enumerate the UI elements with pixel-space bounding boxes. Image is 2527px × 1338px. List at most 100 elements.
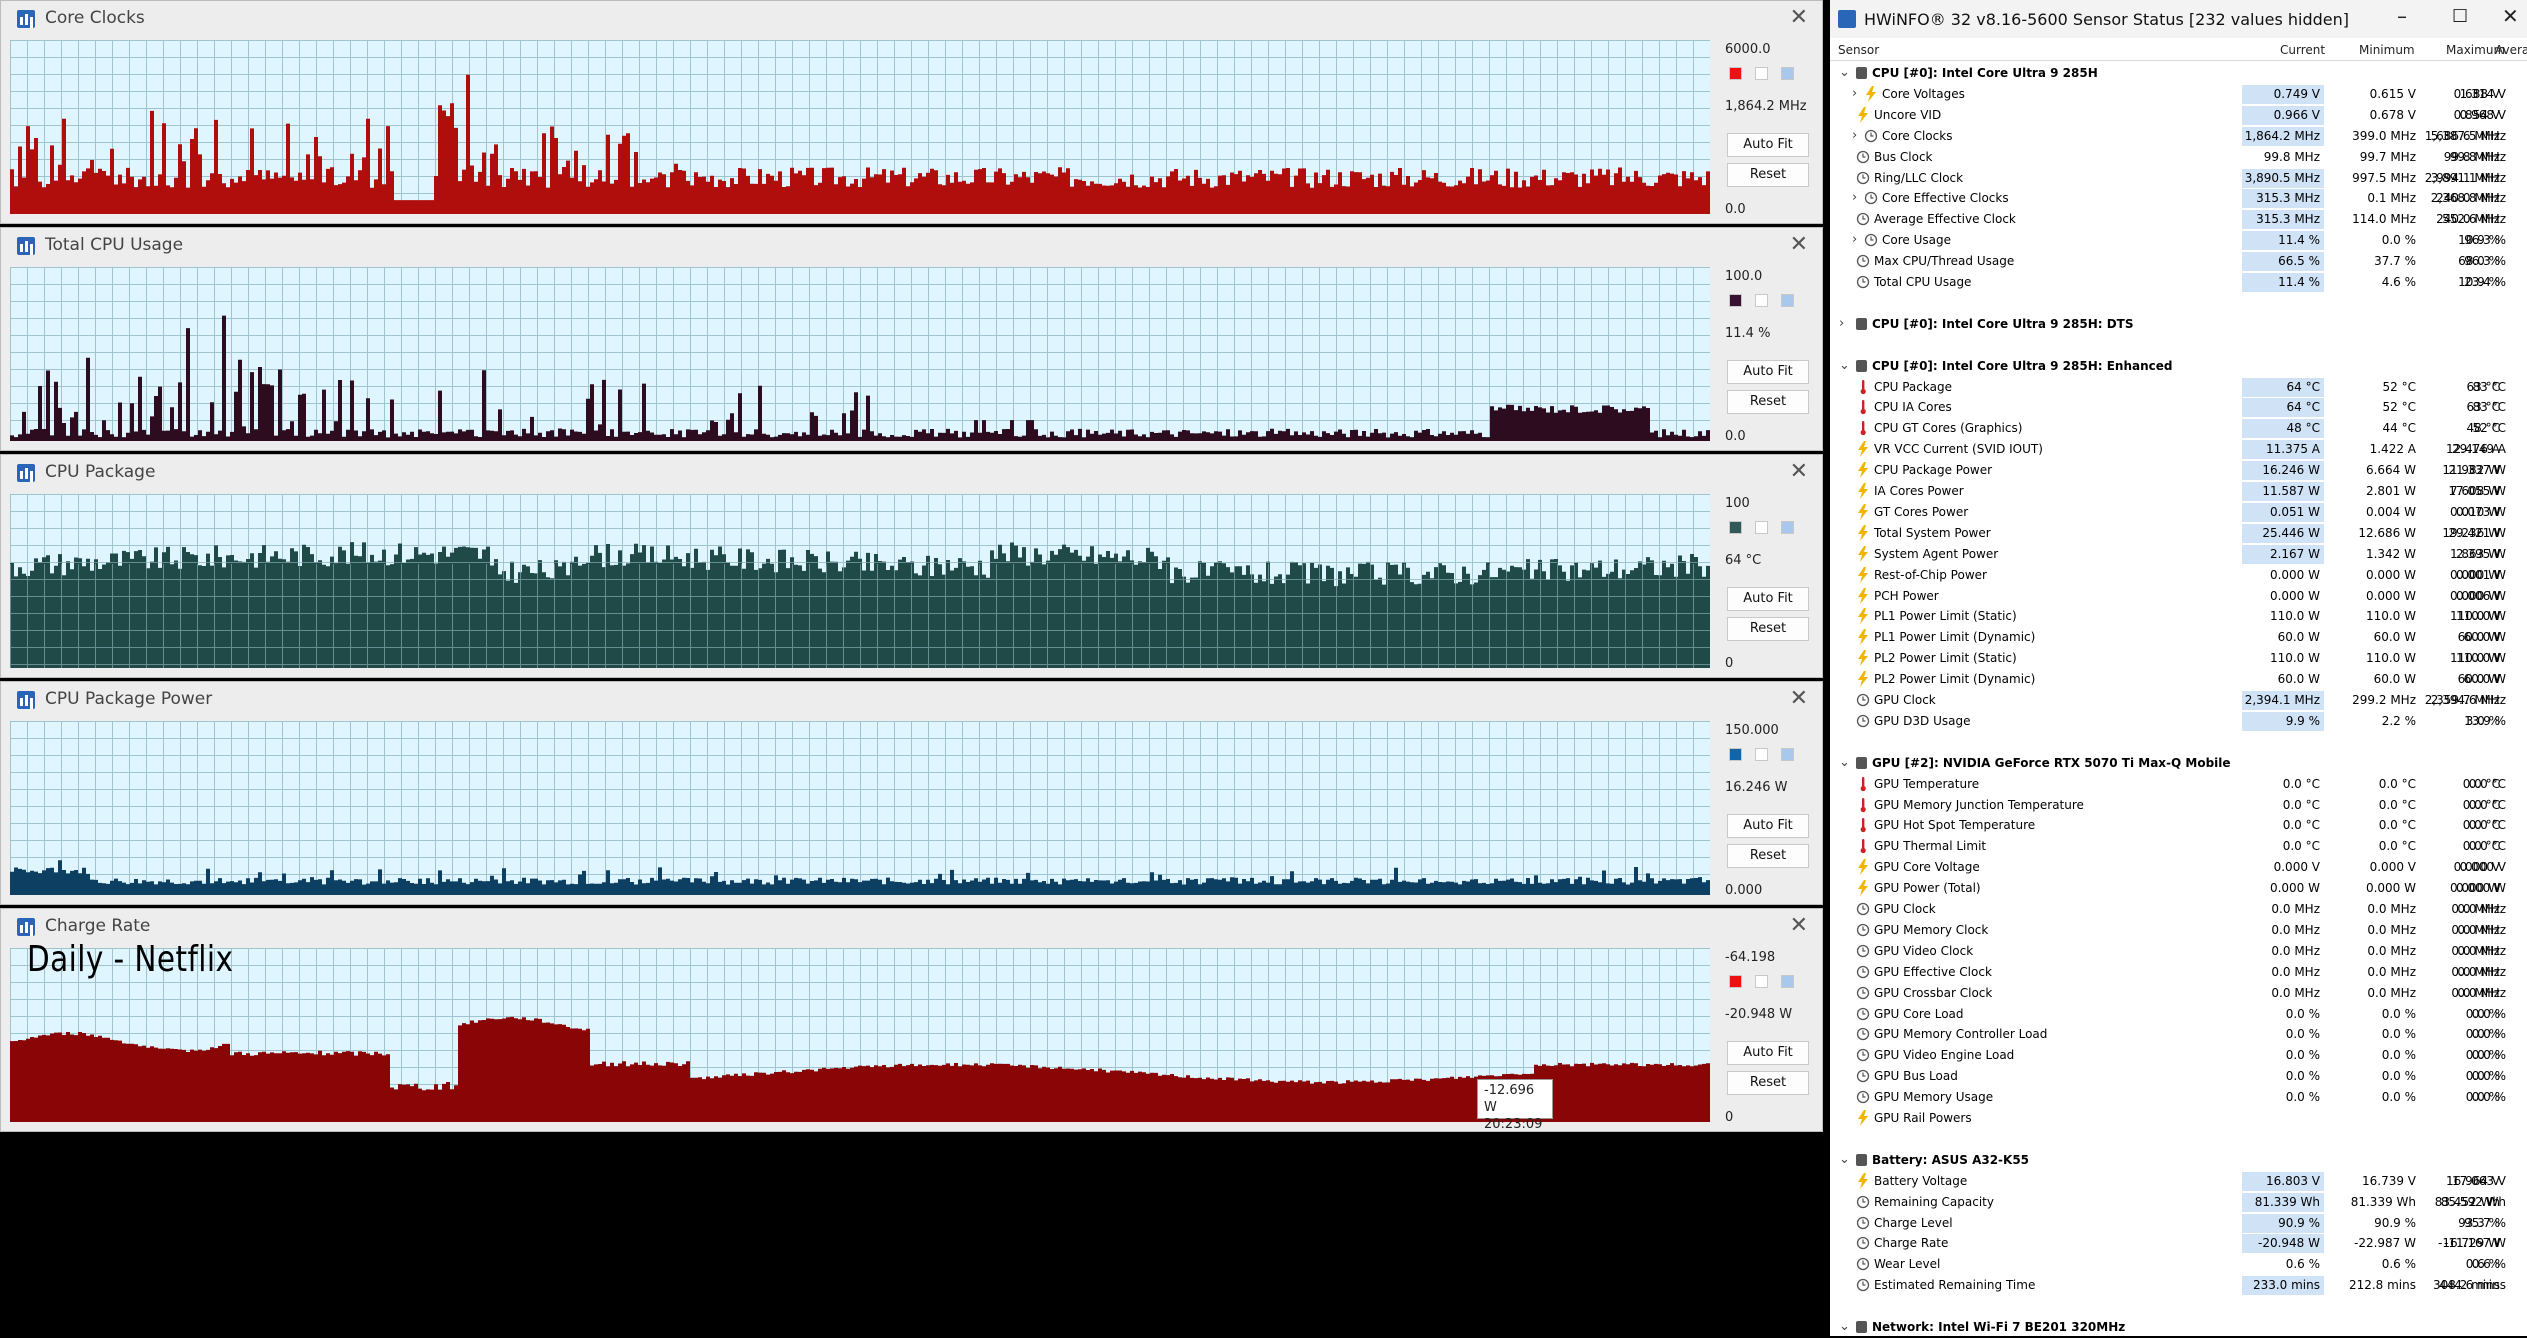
expand-chevron-icon[interactable]: › [1852,190,1857,205]
sensor-row[interactable]: GPU Memory Controller Load 0.0 % 0.0 % 0.0 … [1830,1024,2527,1045]
sensor-row[interactable]: GPU Rail Powers [1830,1108,2527,1129]
expand-chevron-icon[interactable]: › [1852,86,1857,101]
sensor-row[interactable]: GPU D3D Usage 9.9 % 2.2 % 13.9 % 3.0 % [1830,711,2527,732]
color-swatch-secondary[interactable] [1755,521,1768,534]
sensor-group[interactable]: ⌄ CPU [#0]: Intel Core Ultra 9 285H [1830,63,2527,84]
auto-fit-button[interactable]: Auto Fit [1727,814,1809,838]
expand-chevron-icon[interactable]: › [1852,128,1857,143]
sensor-row[interactable]: Uncore VID 0.966 V 0.678 V 0.968 V 0.854 V [1830,105,2527,126]
sensor-group[interactable]: ⌄ Network: Intel Wi-Fi 7 BE201 320MHz [1830,1317,2527,1338]
color-swatch-secondary[interactable] [1755,294,1768,307]
sensor-row[interactable]: PL1 Power Limit (Dynamic) 60.0 W 60.0 W 60.… [1830,627,2527,648]
auto-fit-button[interactable]: Auto Fit [1727,360,1809,384]
sensor-row[interactable]: Charge Rate -20.948 W -22.987 W -11.167 W -1… [1830,1233,2527,1254]
sensor-row[interactable]: PCH Power 0.000 W 0.000 W 0.006 W 0.000 W [1830,586,2527,607]
collapse-chevron-icon[interactable]: ⌄ [1839,755,1850,770]
graph-title-bar[interactable]: CPU Package ✕ [1,455,1822,491]
color-swatch-secondary[interactable] [1755,67,1768,80]
sensor-row[interactable]: IA Cores Power 11.587 W 2.801 W 17.055 W 7.6… [1830,481,2527,502]
color-swatch-primary[interactable] [1729,521,1742,534]
sensor-row[interactable]: GPU Effective Clock 0.0 MHz 0.0 MHz 0.0 MHz… [1830,962,2527,983]
graph-title-bar[interactable]: Core Clocks ✕ [1,1,1822,37]
sensor-row[interactable]: PL1 Power Limit (Static) 110.0 W 110.0 W 11… [1830,606,2527,627]
sensor-row[interactable]: PL2 Power Limit (Dynamic) 60.0 W 60.0 W 60.… [1830,669,2527,690]
graph-plot[interactable] [10,721,1710,895]
color-swatch-background[interactable] [1781,975,1794,988]
sensor-row[interactable]: GPU Bus Load 0.0 % 0.0 % 0.0 % 0.0 % [1830,1066,2527,1087]
collapse-chevron-icon[interactable]: ⌄ [1839,65,1850,80]
sensor-row[interactable]: GPU Temperature 0.0 °C 0.0 °C 0.0 °C 0.0 °C [1830,774,2527,795]
sensor-row[interactable]: PL2 Power Limit (Static) 110.0 W 110.0 W 11… [1830,648,2527,669]
graph-plot[interactable] [10,267,1710,441]
collapse-chevron-icon[interactable]: ⌄ [1839,1152,1850,1167]
auto-fit-button[interactable]: Auto Fit [1727,1041,1809,1065]
sensor-row[interactable]: GPU Clock 2,394.1 MHz 299.2 MHz 2,394.6 MHz… [1830,690,2527,711]
sensor-row[interactable]: Wear Level 0.6 % 0.6 % 0.6 % 0.6 % [1830,1254,2527,1275]
color-swatch-background[interactable] [1781,748,1794,761]
close-icon[interactable]: ✕ [1790,459,1808,484]
close-icon[interactable]: ✕ [1790,232,1808,257]
graph-title-bar[interactable]: CPU Package Power ✕ [1,682,1822,718]
sensor-row[interactable]: Total CPU Usage 11.4 % 4.6 % 23.4 % 10.9 % [1830,272,2527,293]
hwinfo-title-bar[interactable]: HWiNFO® 32 v8.16-5600 Sensor Status [232… [1830,0,2527,38]
graph-window[interactable]: CPU Package Power ✕ 150.000 16.246 W Auto Fi… [0,681,1823,905]
sensor-row[interactable]: Charge Level 90.9 % 90.9 % 95.7 % 93.3 % [1830,1213,2527,1234]
maximize-icon[interactable]: ☐ [2452,6,2468,27]
color-swatch-secondary[interactable] [1755,975,1768,988]
sensor-row[interactable]: GT Cores Power 0.051 W 0.004 W 0.073 W 0.010… [1830,502,2527,523]
collapse-chevron-icon[interactable]: ⌄ [1839,1319,1850,1334]
sensor-row[interactable]: › Core Effective Clocks 315.3 MHz 0.1 MHz 2,… [1830,188,2527,209]
color-swatch-background[interactable] [1781,521,1794,534]
graph-window[interactable]: Charge Rate ✕ -64.198 -20.948 W Auto Fit Rese… [0,908,1823,1132]
auto-fit-button[interactable]: Auto Fit [1727,587,1809,611]
minimize-icon[interactable]: – [2397,4,2407,28]
color-swatch-primary[interactable] [1729,975,1742,988]
sensor-row[interactable]: GPU Core Voltage 0.000 V 0.000 V 0.000 V 0.0… [1830,857,2527,878]
sensor-row[interactable]: GPU Clock 0.0 MHz 0.0 MHz 0.0 MHz 0.0 MHz [1830,899,2527,920]
graph-title-bar[interactable]: Charge Rate ✕ [1,909,1822,945]
sensor-row[interactable]: VR VCC Current (SVID IOUT) 11.375 A 1.422 … [1830,439,2527,460]
close-icon[interactable]: ✕ [2502,4,2519,28]
auto-fit-button[interactable]: Auto Fit [1727,133,1809,157]
reset-button[interactable]: Reset [1727,390,1809,414]
expand-chevron-icon[interactable]: › [1852,232,1857,247]
sensor-row[interactable]: GPU Memory Junction Temperature 0.0 °C 0.0… [1830,795,2527,816]
column-current[interactable]: Current [2280,43,2325,57]
reset-button[interactable]: Reset [1727,163,1809,187]
graph-window[interactable]: CPU Package ✕ 100 64 °C Auto Fit Reset 0 [0,454,1823,678]
graph-plot[interactable] [10,948,1710,1122]
sensor-row[interactable]: GPU Memory Clock 0.0 MHz 0.0 MHz 0.0 MHz 0.0… [1830,920,2527,941]
graph-title-bar[interactable]: Total CPU Usage ✕ [1,228,1822,264]
color-swatch-primary[interactable] [1729,748,1742,761]
sensor-row[interactable]: CPU Package 64 °C 52 °C 83 °C 63 °C [1830,377,2527,398]
sensor-row[interactable]: Rest-of-Chip Power 0.000 W 0.000 W 0.001 W0… [1830,565,2527,586]
sensor-row[interactable]: CPU GT Cores (Graphics) 48 °C 44 °C 52 °C 48… [1830,418,2527,439]
sensor-row[interactable]: Max CPU/Thread Usage 66.5 % 37.7 % 96.3 % 68… [1830,251,2527,272]
graph-plot[interactable] [10,494,1710,668]
sensor-row[interactable]: Ring/LLC Clock 3,890.5 MHz 997.5 MHz 3,891.… [1830,168,2527,189]
graph-plot[interactable] [10,40,1710,214]
sensor-row[interactable]: GPU Thermal Limit 0.0 °C 0.0 °C 0.0 °C 0.0 °… [1830,836,2527,857]
sensor-row[interactable]: Estimated Remaining Time 233.0 mins 212.8 … [1830,1275,2527,1296]
close-icon[interactable]: ✕ [1790,913,1808,938]
graph-window[interactable]: Core Clocks ✕ 6000.0 1,864.2 MHz Auto Fit Res… [0,0,1823,224]
color-swatch-primary[interactable] [1729,294,1742,307]
sensor-group[interactable]: ⌄ GPU [#2]: NVIDIA GeForce RTX 5070 Ti Ma… [1830,753,2527,774]
sensor-row[interactable]: CPU Package Power 16.246 W 6.664 W 21.337 W… [1830,460,2527,481]
sensor-row[interactable]: GPU Power (Total) 0.000 W 0.000 W 0.000 W 0.… [1830,878,2527,899]
sensor-row[interactable]: GPU Crossbar Clock 0.0 MHz 0.0 MHz 0.0 MHz 0… [1830,983,2527,1004]
sensor-row[interactable]: GPU Core Load 0.0 % 0.0 % 0.0 % 0.0 % [1830,1004,2527,1025]
color-swatch-background[interactable] [1781,67,1794,80]
sensor-row[interactable]: GPU Memory Usage 0.0 % 0.0 % 0.0 % 0.0 % [1830,1087,2527,1108]
sensor-row[interactable]: Bus Clock 99.8 MHz 99.7 MHz 99.8 MHz 99.8 MH… [1830,147,2527,168]
sensor-group[interactable]: ⌄ Battery: ASUS A32-K55 [1830,1150,2527,1171]
close-icon[interactable]: ✕ [1790,686,1808,711]
sensor-row[interactable]: Average Effective Clock 315.3 MHz 114.0 MH… [1830,209,2527,230]
sensor-group[interactable]: ⌄ CPU [#0]: Intel Core Ultra 9 285H: Enha… [1830,356,2527,377]
expand-chevron-icon[interactable]: › [1839,316,1844,331]
color-swatch-primary[interactable] [1729,67,1742,80]
sensor-row[interactable]: GPU Video Clock 0.0 MHz 0.0 MHz 0.0 MHz 0.0 … [1830,941,2527,962]
reset-button[interactable]: Reset [1727,844,1809,868]
color-swatch-background[interactable] [1781,294,1794,307]
sensor-row[interactable]: › Core Voltages 0.749 V 0.615 V 1.314 V 0.688… [1830,84,2527,105]
